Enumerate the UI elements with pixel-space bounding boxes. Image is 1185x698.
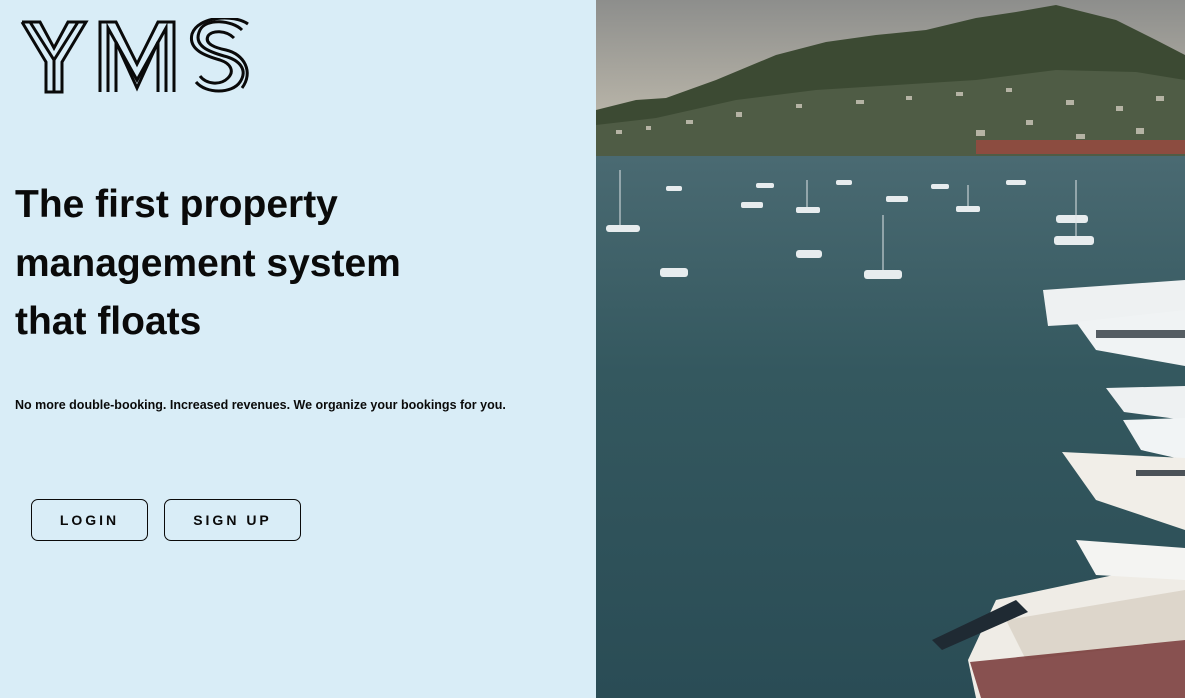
- hero-panel: The first property management system tha…: [0, 0, 596, 698]
- hero-headline: The first property management system tha…: [15, 176, 575, 352]
- headline-line-1: The first property: [15, 183, 338, 226]
- signup-button[interactable]: SIGN UP: [164, 499, 301, 541]
- yms-logo[interactable]: [20, 18, 250, 94]
- hero-image: [596, 0, 1185, 698]
- headline-line-2: management system: [15, 241, 401, 285]
- harbor-yachts-photo: [596, 0, 1185, 698]
- login-button[interactable]: LOGIN: [31, 499, 148, 541]
- waterfront-roofs: [976, 140, 1185, 154]
- headline-line-3: that floats: [15, 300, 202, 343]
- hero-tagline: No more double-booking. Increased revenu…: [15, 398, 506, 412]
- landing-page: The first property management system tha…: [0, 0, 1185, 698]
